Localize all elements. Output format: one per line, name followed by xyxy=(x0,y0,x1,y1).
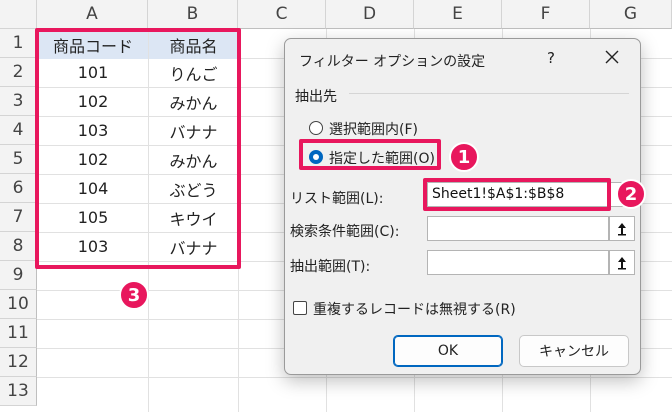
row-header-6[interactable]: 6 xyxy=(0,174,37,203)
row-header-1[interactable]: 1 xyxy=(0,29,37,58)
advanced-filter-dialog: フィルター オプションの設定 ? 抽出先 選択範囲内(F) 指定した範囲(O) … xyxy=(284,38,646,375)
row-header-2[interactable]: 2 xyxy=(0,58,37,87)
criteria-range-input[interactable] xyxy=(427,216,609,241)
row-header-5[interactable]: 5 xyxy=(0,145,37,174)
row-header-12[interactable]: 12 xyxy=(0,348,37,377)
column-header-c[interactable]: C xyxy=(238,0,326,29)
row-header-3[interactable]: 3 xyxy=(0,87,37,116)
column-header-e[interactable]: E xyxy=(414,0,502,29)
row-header-10[interactable]: 10 xyxy=(0,290,37,319)
row-header-7[interactable]: 7 xyxy=(0,203,37,232)
radio-filter-in-place[interactable] xyxy=(309,121,323,135)
close-icon[interactable] xyxy=(601,46,623,68)
collapse-arrow-icon xyxy=(618,256,626,269)
column-header-d[interactable]: D xyxy=(326,0,414,29)
gridline xyxy=(37,377,672,378)
extract-range-collapse-button[interactable] xyxy=(609,250,635,275)
unique-records-checkbox[interactable] xyxy=(293,301,307,315)
radio-filter-in-place-label[interactable]: 選択範囲内(F) xyxy=(329,119,418,139)
list-range-label: リスト範囲(L): xyxy=(290,191,384,207)
row-header-9[interactable]: 9 xyxy=(0,261,37,290)
unique-records-label[interactable]: 重複するレコードは無視する(R) xyxy=(313,299,516,319)
row-header-11[interactable]: 11 xyxy=(0,319,37,348)
column-header-a[interactable]: A xyxy=(37,0,148,29)
ok-button[interactable]: OK xyxy=(393,335,503,367)
cancel-button[interactable]: キャンセル xyxy=(519,335,629,367)
step-badge-2: 2 xyxy=(616,179,646,209)
extract-range-input[interactable] xyxy=(427,250,609,275)
criteria-range-label: 検索条件範囲(C): xyxy=(290,224,400,240)
column-header-b[interactable]: B xyxy=(148,0,238,29)
select-all-corner[interactable] xyxy=(0,0,37,29)
help-button[interactable]: ? xyxy=(547,49,555,67)
section-divider xyxy=(349,93,629,94)
row-header-4[interactable]: 4 xyxy=(0,116,37,145)
extract-range-label: 抽出範囲(T): xyxy=(290,259,371,275)
step-badge-1: 1 xyxy=(449,142,479,172)
collapse-arrow-icon xyxy=(618,222,626,235)
dialog-title: フィルター オプションの設定 xyxy=(299,54,486,70)
option-highlight xyxy=(299,139,441,170)
data-range-highlight xyxy=(35,28,241,269)
list-range-highlight xyxy=(423,178,611,211)
row-header-8[interactable]: 8 xyxy=(0,232,37,261)
section-label-action: 抽出先 xyxy=(295,89,337,105)
column-header-g[interactable]: G xyxy=(590,0,672,29)
step-badge-3: 3 xyxy=(119,280,149,310)
criteria-range-collapse-button[interactable] xyxy=(609,216,635,241)
column-header-f[interactable]: F xyxy=(502,0,590,29)
row-header-13[interactable]: 13 xyxy=(0,377,37,406)
